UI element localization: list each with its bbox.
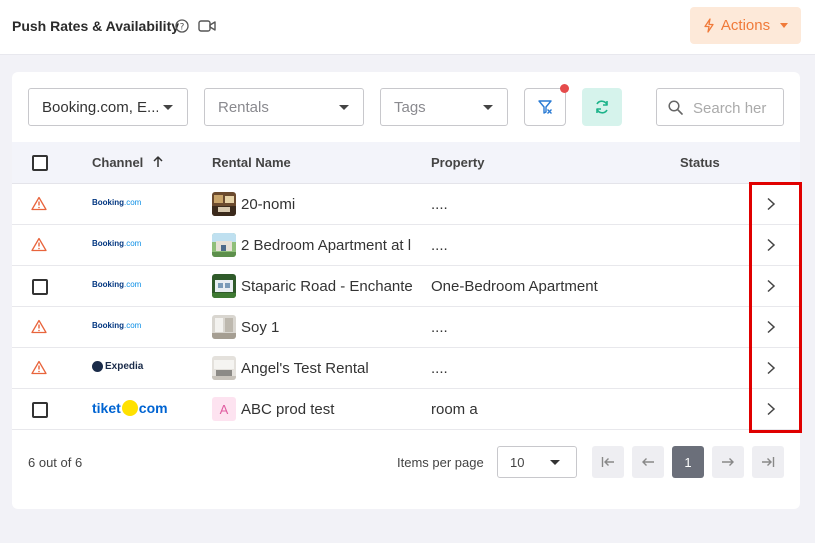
rentals-select-placeholder: Rentals: [218, 98, 269, 116]
logo-text: Booking: [92, 321, 124, 330]
rental-thumbnail: [212, 233, 236, 257]
top-bar: Push Rates & Availability ? Actions: [0, 0, 815, 55]
first-page-button[interactable]: [592, 446, 624, 478]
tiket-com-logo: tiket com: [92, 400, 168, 416]
logo-text: Booking: [92, 239, 124, 248]
column-header-property[interactable]: Property: [431, 155, 484, 170]
help-icon[interactable]: ?: [175, 19, 189, 33]
rentals-select[interactable]: Rentals: [204, 88, 364, 126]
table-row[interactable]: Booking.com Soy 1 ....: [12, 307, 800, 348]
property-name: ....: [431, 319, 448, 336]
next-page-button[interactable]: [712, 446, 744, 478]
chevron-down-icon: [780, 23, 789, 28]
sort-ascending-icon: [153, 156, 163, 167]
tags-select[interactable]: Tags: [380, 88, 508, 126]
column-label: Channel: [92, 155, 144, 170]
highlight-box: [749, 182, 802, 433]
items-per-page-value: 10: [510, 455, 525, 470]
first-page-icon: [601, 457, 614, 467]
tags-select-placeholder: Tags: [394, 98, 426, 116]
expedia-logo: Expedia: [92, 361, 143, 372]
channel-select-value: Booking.com, E...: [42, 98, 158, 116]
rental-name: 2 Bedroom Apartment at l: [241, 237, 412, 254]
video-icon[interactable]: [198, 19, 216, 33]
chevron-down-icon: [550, 460, 560, 465]
actions-label: Actions: [720, 17, 771, 34]
property-name: One-Bedroom Apartment: [431, 278, 598, 295]
table-row[interactable]: tiket com A ABC prod test room a: [12, 389, 800, 430]
search-box[interactable]: [656, 88, 784, 126]
property-name: ....: [431, 360, 448, 377]
warning-icon: [31, 360, 47, 375]
booking-com-logo: Booking.com: [92, 280, 141, 289]
rental-name: Soy 1: [241, 319, 280, 336]
chevron-down-icon: [483, 105, 493, 110]
search-icon: [668, 100, 683, 115]
rental-thumbnail: [212, 192, 236, 216]
items-per-page-label: Items per page: [397, 455, 484, 470]
booking-com-logo: Booking.com: [92, 198, 141, 207]
actions-button[interactable]: Actions: [690, 7, 801, 44]
warning-icon: [31, 237, 47, 252]
row-checkbox[interactable]: [32, 279, 48, 295]
property-name: ....: [431, 237, 448, 254]
booking-com-logo: Booking.com: [92, 321, 141, 330]
column-header-rental-name[interactable]: Rental Name: [212, 155, 291, 170]
search-input[interactable]: [693, 98, 779, 118]
warning-icon: [31, 319, 47, 334]
rates-card: Booking.com, E... Rentals Tags Search he…: [12, 72, 802, 509]
table-row[interactable]: Booking.com 2 Bedroom Apartment at l ...…: [12, 225, 800, 266]
warning-icon: [31, 196, 47, 211]
table-row[interactable]: Booking.com 20-nomi ....: [12, 184, 800, 225]
logo-suffix: .com: [124, 280, 142, 289]
arrow-left-icon: [642, 458, 654, 466]
tiket-dot-icon: [121, 400, 138, 416]
logo-suffix: .com: [124, 239, 142, 248]
rental-thumbnail: [212, 356, 236, 380]
booking-com-logo: Booking.com: [92, 239, 141, 248]
bolt-icon: [704, 18, 714, 33]
clear-filter-button[interactable]: [524, 88, 566, 126]
table-header: Channel Rental Name Property Status: [12, 142, 800, 184]
rental-name: Angel's Test Rental: [241, 360, 369, 377]
arrow-right-icon: [722, 458, 734, 466]
table-row[interactable]: Expedia Angel's Test Rental ....: [12, 348, 800, 389]
table-row[interactable]: Booking.com Staparic Road - Enchante One…: [12, 266, 800, 307]
logo-text: Booking: [92, 198, 124, 207]
last-page-button[interactable]: [752, 446, 784, 478]
property-name: room a: [431, 401, 478, 418]
items-per-page-select[interactable]: 10: [497, 446, 577, 478]
logo-suffix: .com: [124, 198, 142, 207]
filter-active-badge: [560, 84, 569, 93]
chevron-down-icon: [163, 105, 173, 110]
channel-select[interactable]: Booking.com, E...: [28, 88, 188, 126]
expedia-globe-icon: [92, 361, 103, 372]
previous-page-button[interactable]: [632, 446, 664, 478]
column-header-channel[interactable]: Channel: [92, 155, 163, 170]
page-title: Push Rates & Availability: [12, 18, 180, 34]
logo-text: tiket: [92, 400, 121, 416]
logo-suffix: .com: [124, 321, 142, 330]
svg-text:?: ?: [180, 23, 185, 33]
rental-name: Staparic Road - Enchante: [241, 278, 413, 295]
property-name: ....: [431, 196, 448, 213]
column-header-status[interactable]: Status: [680, 155, 720, 170]
rental-thumbnail: [212, 315, 236, 339]
filter-clear-icon: [538, 100, 552, 114]
logo-suffix: com: [138, 400, 168, 416]
rental-avatar: A: [212, 397, 236, 421]
refresh-button[interactable]: [582, 88, 622, 126]
rental-name: ABC prod test: [241, 401, 335, 418]
logo-text: Expedia: [105, 361, 144, 372]
last-page-icon: [762, 457, 775, 467]
logo-text: Booking: [92, 280, 124, 289]
row-checkbox[interactable]: [32, 402, 48, 418]
results-count: 6 out of 6: [28, 455, 83, 470]
chevron-down-icon: [339, 105, 349, 110]
page-button-current[interactable]: 1: [672, 446, 704, 478]
rental-name: 20-nomi: [241, 196, 296, 213]
rental-thumbnail: [212, 274, 236, 298]
refresh-icon: [596, 100, 608, 114]
select-all-checkbox[interactable]: [32, 155, 48, 171]
